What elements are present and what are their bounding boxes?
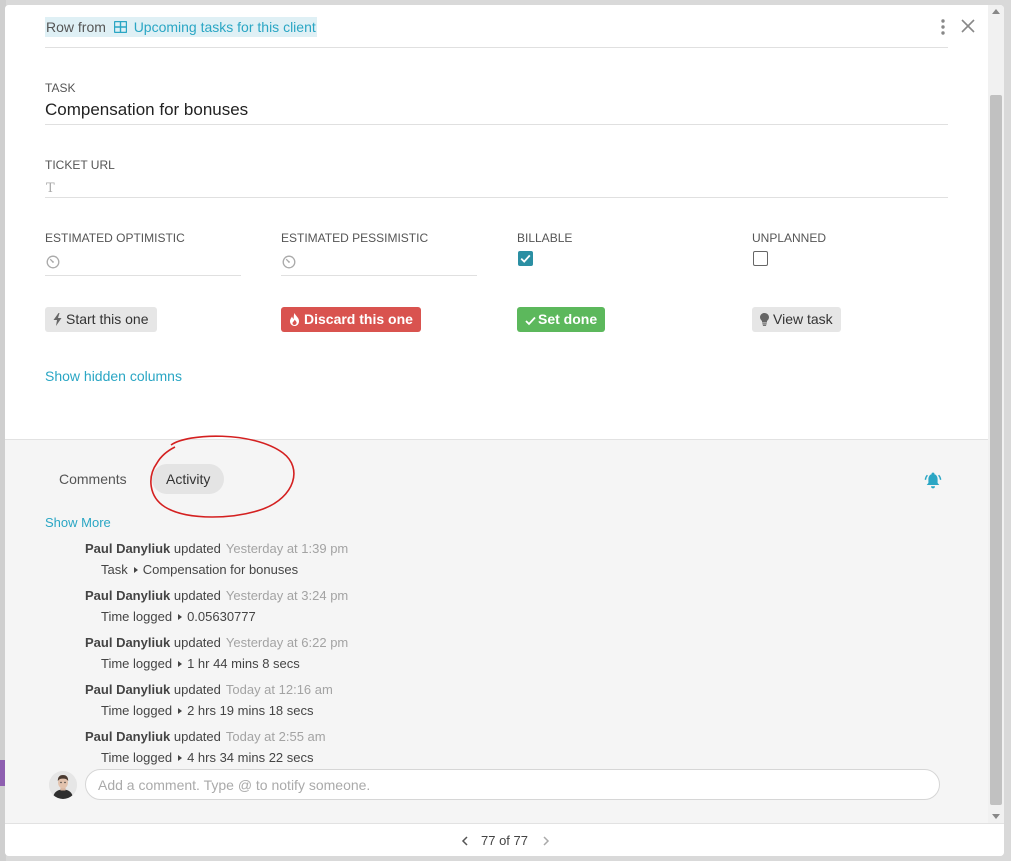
ticket-url-field[interactable] (45, 197, 948, 198)
estimated-optimistic-underline (45, 275, 241, 276)
estimated-pessimistic-field[interactable]: ESTIMATED PESSIMISTIC (281, 231, 477, 276)
activity-time: Today at 12:16 am (225, 682, 333, 697)
scroll-down-arrow-icon[interactable] (992, 814, 1000, 819)
ticket-url-label: TICKET URL (45, 158, 115, 172)
activity-time: Today at 2:55 am (225, 729, 326, 744)
activity-time: Yesterday at 1:39 pm (225, 541, 349, 556)
activity-action: updated (173, 541, 221, 556)
activity-action: updated (173, 729, 221, 744)
activity-field: Time logged (101, 609, 173, 624)
modal-header: Row from Upcoming tasks for this client (45, 5, 975, 48)
caret-right-icon (178, 661, 183, 667)
discard-this-one-button[interactable]: Discard this one (281, 307, 421, 332)
unplanned-field: UNPLANNED (752, 231, 827, 266)
activity-value: 2 hrs 19 mins 18 secs (187, 703, 314, 718)
start-button-label: Start this one (66, 311, 149, 327)
show-more-link[interactable]: Show More (45, 515, 111, 530)
more-vertical-icon[interactable] (941, 19, 945, 35)
activity-item: Paul Danyliuk updated Today at 2:55 am Ti… (85, 729, 905, 765)
chevron-left-icon[interactable] (460, 835, 470, 847)
billable-field: BILLABLE (517, 231, 573, 266)
red-circle-annotation (150, 435, 295, 518)
activity-item: Paul Danyliuk updated Yesterday at 6:22 p… (85, 635, 905, 671)
done-button-label: Set done (538, 311, 598, 327)
caret-right-icon (178, 755, 183, 761)
start-this-one-button[interactable]: Start this one (45, 307, 157, 332)
avatar (49, 771, 77, 799)
activity-panel: Comments Activity Show More Paul Danyliu… (5, 435, 988, 823)
bell-icon[interactable] (924, 472, 942, 490)
task-field-label: TASK (45, 81, 76, 95)
estimated-pessimistic-label: ESTIMATED PESSIMISTIC (281, 231, 429, 245)
activity-user[interactable]: Paul Danyliuk (85, 635, 170, 650)
activity-time: Yesterday at 3:24 pm (225, 588, 349, 603)
activity-field: Time logged (101, 656, 173, 671)
discard-button-label: Discard this one (304, 311, 413, 327)
billable-checkbox[interactable] (518, 251, 533, 266)
row-from-label: Row from (46, 19, 106, 35)
activity-value: Compensation for bonuses (142, 562, 299, 577)
unplanned-checkbox[interactable] (753, 251, 768, 266)
tab-comments[interactable]: Comments (45, 464, 141, 494)
view-task-button[interactable]: View task (752, 307, 841, 332)
unplanned-label: UNPLANNED (752, 231, 827, 245)
timer-icon (46, 255, 60, 269)
activity-user[interactable]: Paul Danyliuk (85, 729, 170, 744)
activity-value: 0.05630777 (187, 609, 256, 624)
caret-right-icon (178, 614, 183, 620)
activity-item: Paul Danyliuk updated Today at 12:16 am T… (85, 682, 905, 718)
scrollbar-thumb[interactable] (990, 95, 1002, 805)
row-fields-section: Row from Upcoming tasks for this client … (5, 5, 988, 439)
lightbulb-icon (760, 313, 769, 326)
activity-user[interactable]: Paul Danyliuk (85, 541, 170, 556)
lightning-icon (53, 313, 62, 326)
activity-field: Time logged (101, 750, 173, 765)
modal-footer: 77 of 77 (5, 823, 1004, 856)
set-done-button[interactable]: Set done (517, 307, 606, 332)
activity-field: Time logged (101, 703, 173, 718)
activity-action: updated (173, 635, 221, 650)
estimated-optimistic-field[interactable]: ESTIMATED OPTIMISTIC (45, 231, 241, 276)
show-hidden-columns-link[interactable]: Show hidden columns (45, 368, 182, 384)
activity-item: Paul Danyliuk updated Yesterday at 1:39 p… (85, 541, 905, 577)
billable-label: BILLABLE (517, 231, 573, 245)
timer-icon (282, 255, 296, 269)
pager-count: 77 of 77 (481, 833, 528, 848)
check-icon (525, 316, 536, 326)
check-icon (520, 254, 531, 263)
view-button-label: View task (773, 311, 833, 327)
estimated-pessimistic-underline (281, 275, 477, 276)
activity-user[interactable]: Paul Danyliuk (85, 682, 170, 697)
chevron-right-icon[interactable] (541, 835, 551, 847)
fire-icon (290, 313, 299, 326)
table-icon (113, 21, 127, 33)
comment-input[interactable] (85, 769, 940, 800)
activity-action: updated (173, 588, 221, 603)
activity-time: Yesterday at 6:22 pm (225, 635, 349, 650)
modal-scrollbar[interactable] (988, 5, 1004, 823)
row-detail-modal: Row from Upcoming tasks for this client … (5, 5, 1004, 856)
activity-field: Task (101, 562, 128, 577)
activity-item: Paul Danyliuk updated Yesterday at 3:24 p… (85, 588, 905, 624)
row-pager: 77 of 77 (5, 824, 1004, 856)
source-table-link[interactable]: Upcoming tasks for this client (134, 19, 316, 35)
caret-right-icon (178, 708, 183, 714)
caret-right-icon (133, 567, 138, 573)
row-source-breadcrumb: Row from Upcoming tasks for this client (45, 17, 317, 37)
activity-user[interactable]: Paul Danyliuk (85, 588, 170, 603)
text-type-icon: T (46, 181, 55, 196)
activity-action: updated (173, 682, 221, 697)
task-field-value[interactable]: Compensation for bonuses (45, 100, 248, 120)
estimated-optimistic-label: ESTIMATED OPTIMISTIC (45, 231, 185, 245)
close-icon[interactable] (961, 19, 975, 33)
user-avatar-icon (49, 771, 77, 799)
scroll-up-arrow-icon[interactable] (992, 9, 1000, 14)
activity-value: 1 hr 44 mins 8 secs (187, 656, 300, 671)
activity-value: 4 hrs 34 mins 22 secs (187, 750, 314, 765)
task-field-underline (45, 124, 948, 125)
